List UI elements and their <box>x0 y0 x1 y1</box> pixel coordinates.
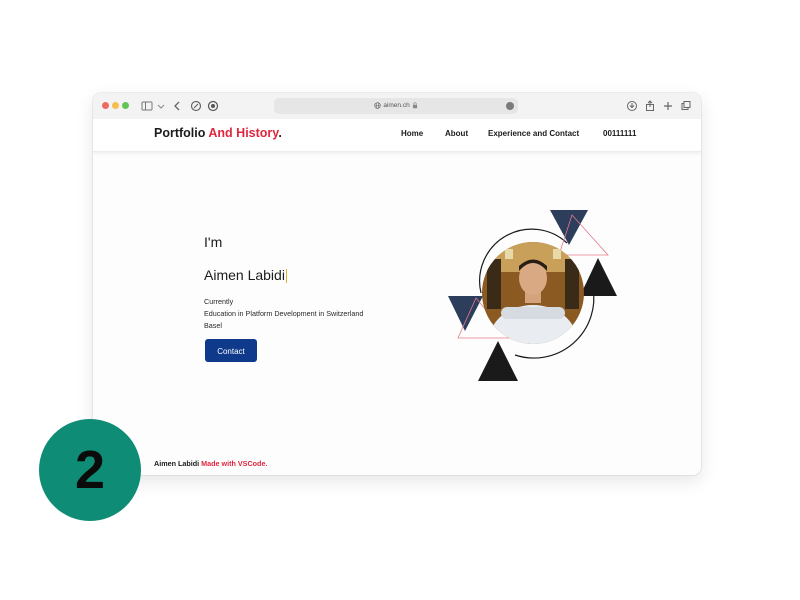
new-tab-icon[interactable] <box>661 99 675 113</box>
hero-line-2: Education in Platform Development in Swi… <box>204 309 364 318</box>
step-number-badge: 2 <box>39 419 141 521</box>
brand-main: Portfolio <box>154 126 209 140</box>
contact-button[interactable]: Contact <box>205 339 257 362</box>
nav-about[interactable]: About <box>445 129 468 138</box>
brand-accent: And History <box>208 126 279 140</box>
dark-triangle-right <box>580 258 617 296</box>
typing-caret <box>285 269 287 284</box>
hero-name-text: Aimen Labidi <box>204 267 285 283</box>
back-icon[interactable] <box>170 99 184 113</box>
compass-icon[interactable] <box>189 99 203 113</box>
nav-experience-contact[interactable]: Experience and Contact <box>488 129 579 138</box>
brand-dot: . <box>278 126 282 140</box>
tab-indicator-icon[interactable] <box>506 102 514 110</box>
zoom-window-button[interactable] <box>122 102 129 109</box>
profile-artwork <box>448 210 617 381</box>
browser-toolbar: aimen.ch <box>93 93 701 120</box>
nav-home[interactable]: Home <box>401 129 423 138</box>
site-logo[interactable]: Portfolio And History. <box>154 126 282 140</box>
close-window-button[interactable] <box>102 102 109 109</box>
sidebar-icon[interactable] <box>140 99 154 113</box>
footer-author: Aimen Labidi <box>154 459 200 468</box>
browser-window: aimen.ch Portfolio And History. Home Abo… <box>93 93 701 475</box>
globe-icon <box>374 102 381 109</box>
hero-name: Aimen Labidi <box>204 267 287 284</box>
dark-triangle-bottom <box>478 341 518 381</box>
hero-line-1: Currently <box>204 297 234 306</box>
nav-binary[interactable]: 00111111 <box>603 129 636 138</box>
navy-triangle-left <box>448 296 483 331</box>
navy-triangle-top <box>550 210 588 245</box>
minimize-window-button[interactable] <box>112 102 119 109</box>
hero-greeting: I'm <box>204 234 223 250</box>
extension-icon[interactable] <box>206 99 220 113</box>
chevron-down-icon[interactable] <box>154 99 168 113</box>
site-header: Portfolio And History. Home About Experi… <box>93 119 701 152</box>
address-bar[interactable]: aimen.ch <box>274 98 518 114</box>
site-footer: Aimen Labidi Made with VSCode. <box>154 459 267 468</box>
share-icon[interactable] <box>643 99 657 113</box>
footer-made-with: Made with VSCode. <box>201 459 268 468</box>
url-text: aimen.ch <box>383 102 410 109</box>
hero-line-3: Basel <box>204 321 222 330</box>
download-icon[interactable] <box>625 99 639 113</box>
tab-overview-icon[interactable] <box>679 99 693 113</box>
lock-icon <box>412 102 417 109</box>
